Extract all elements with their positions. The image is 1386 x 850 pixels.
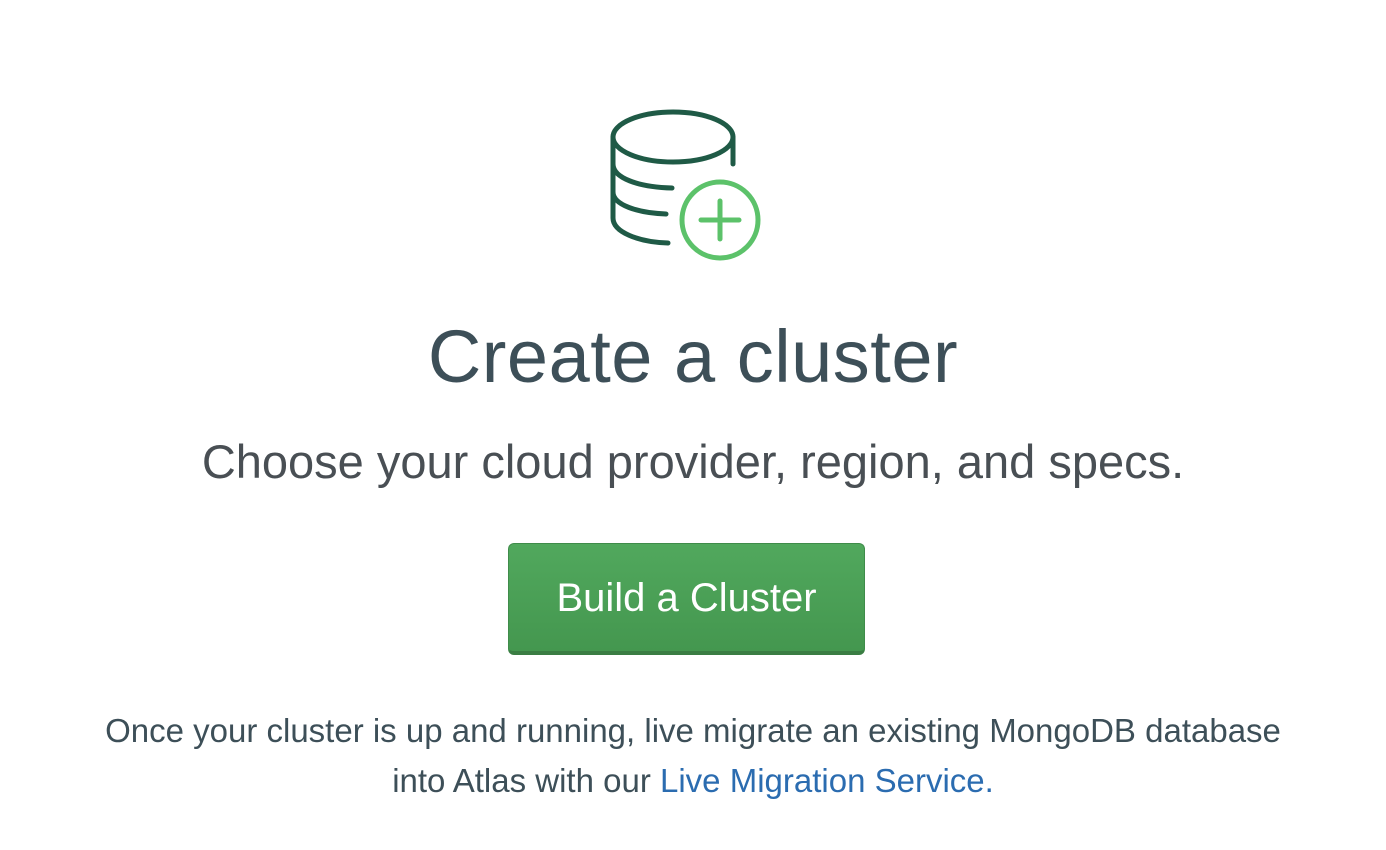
migration-note-line1: Once your cluster is up and running, liv… (105, 712, 1281, 749)
migration-note-line2: into Atlas with our Live Migration Servi… (0, 756, 1386, 806)
build-cluster-button[interactable]: Build a Cluster (508, 543, 865, 655)
migration-note-prefix: into Atlas with our (392, 762, 660, 799)
page-subtitle: Choose your cloud provider, region, and … (201, 435, 1185, 488)
database-plus-icon (610, 109, 761, 261)
create-cluster-empty-state: Create a cluster Choose your cloud provi… (0, 0, 1386, 850)
live-migration-service-link[interactable]: Live Migration Service (660, 762, 985, 799)
migration-note: Once your cluster is up and running, liv… (0, 706, 1386, 806)
migration-note-suffix: . (984, 762, 994, 799)
page-title: Create a cluster (427, 315, 959, 398)
